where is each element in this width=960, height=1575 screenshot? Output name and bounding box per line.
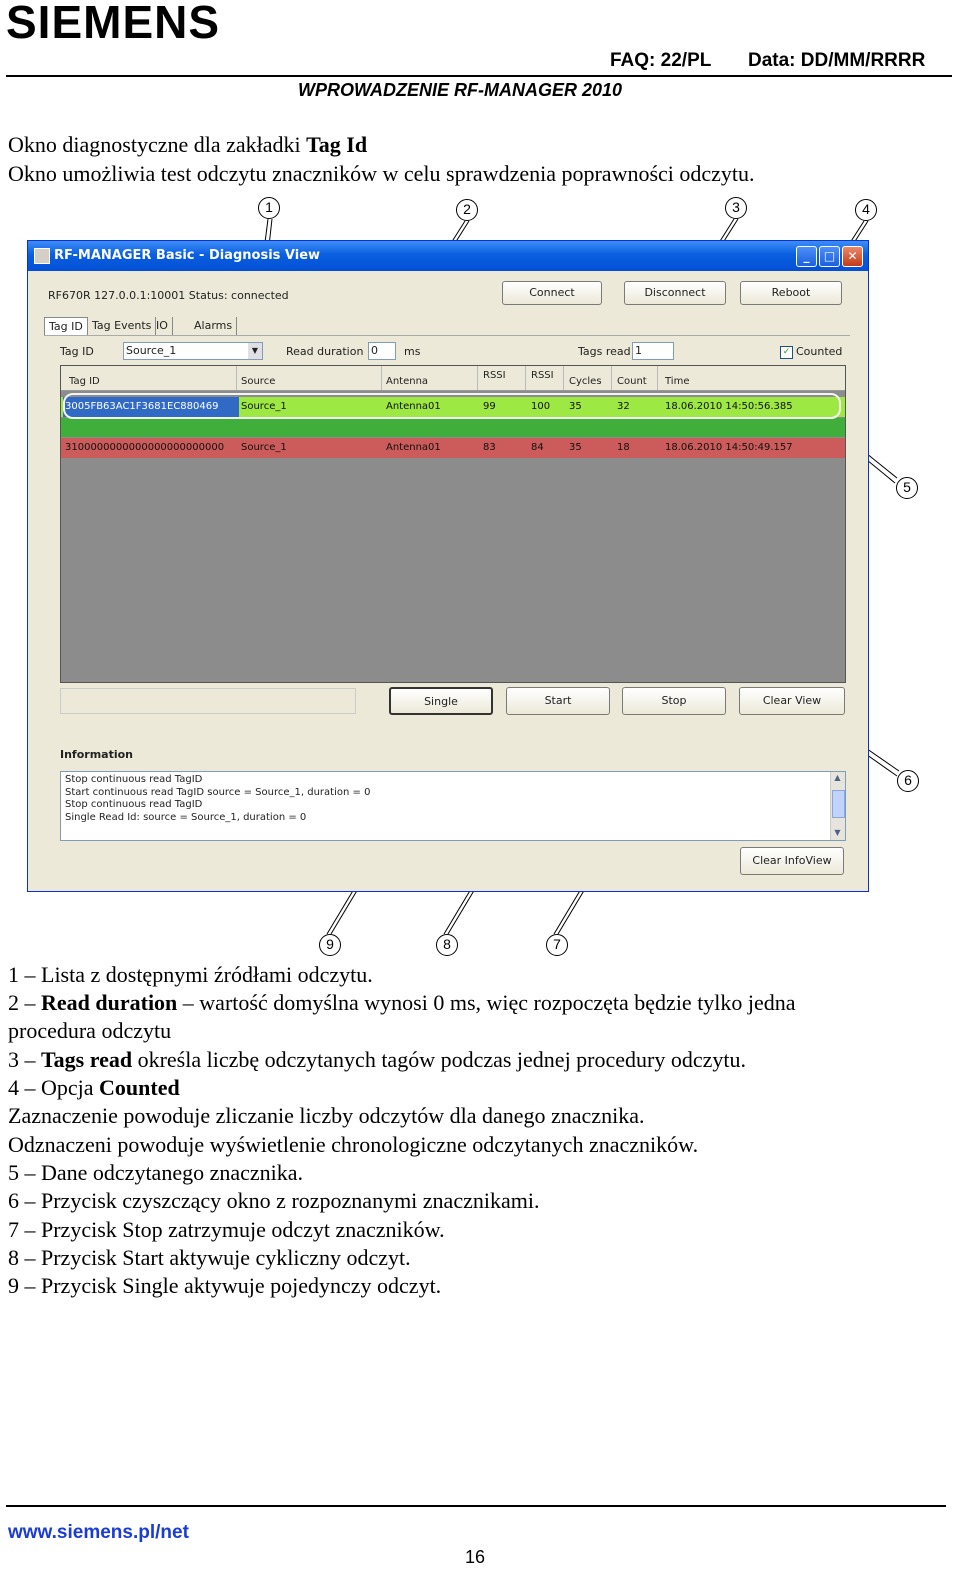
tag-row-cycles: 35 bbox=[569, 442, 582, 453]
status-line: RF670R 127.0.0.1:10001 Status: connected bbox=[48, 289, 289, 302]
app-icon bbox=[34, 248, 50, 264]
col-time[interactable]: Time bbox=[665, 376, 689, 387]
legend-2: 2 – Read duration – wartość domyślna wyn… bbox=[8, 990, 796, 1015]
source-select-value: Source_1 bbox=[126, 344, 177, 357]
chevron-down-icon[interactable]: ▼ bbox=[248, 343, 262, 359]
stop-button[interactable]: Stop bbox=[622, 687, 726, 715]
clear-view-button[interactable]: Clear View bbox=[739, 687, 845, 715]
minimize-button[interactable]: _ bbox=[796, 246, 817, 267]
col-separator bbox=[381, 366, 382, 390]
info-line: Single Read Id: source = Source_1, durat… bbox=[65, 811, 307, 823]
tag-row-antenna: Antenna01 bbox=[386, 442, 441, 453]
tab-tag-id[interactable]: Tag ID bbox=[44, 317, 88, 336]
tag-row-overlap bbox=[61, 418, 845, 437]
callout-1: 1 bbox=[258, 197, 280, 219]
status-field bbox=[60, 688, 356, 714]
window-titlebar[interactable]: RF-MANAGER Basic - Diagnosis View _ □ ✕ bbox=[28, 241, 868, 271]
tag-row[interactable]: 3100000000000000000000000 Source_1 Anten… bbox=[61, 438, 845, 458]
legend-8: 8 – Przycisk Start aktywuje cykliczny od… bbox=[8, 1245, 411, 1270]
connect-button[interactable]: Connect bbox=[502, 281, 602, 305]
clear-info-view-button[interactable]: Clear InfoView bbox=[740, 847, 844, 875]
callout-4: 4 bbox=[855, 199, 877, 221]
callout-7: 7 bbox=[546, 934, 568, 956]
read-duration-input[interactable]: 0 bbox=[368, 342, 396, 360]
info-scrollbar[interactable]: ▲ ▼ bbox=[830, 772, 845, 840]
legend-1: 1 – Lista z dostępnymi źródłami odczytu. bbox=[8, 962, 373, 987]
legend-5: 5 – Dane odczytanego znacznika. bbox=[8, 1160, 304, 1185]
callout-2: 2 bbox=[456, 199, 478, 221]
row-highlight-ring bbox=[63, 393, 841, 419]
col-separator bbox=[611, 366, 612, 390]
single-button[interactable]: Single bbox=[389, 687, 493, 715]
legend-3: 3 – Tags read określa liczbę odczytanych… bbox=[8, 1047, 747, 1072]
info-line: Stop continuous read TagID bbox=[65, 799, 203, 810]
tags-read-label: Tags read bbox=[578, 345, 631, 358]
diagnosis-window: RF-MANAGER Basic - Diagnosis View _ □ ✕ … bbox=[27, 240, 869, 892]
counted-label: Counted bbox=[796, 345, 843, 358]
col-rssi-2[interactable]: RSSI bbox=[531, 370, 554, 381]
col-count[interactable]: Count bbox=[617, 376, 647, 387]
page-number: 16 bbox=[465, 1547, 486, 1567]
legend-4-checked: Zaznaczenie powoduje zliczanie liczby od… bbox=[8, 1103, 645, 1128]
col-separator bbox=[236, 366, 237, 390]
tab-io[interactable]: IO bbox=[152, 317, 173, 335]
tag-row-id: 3100000000000000000000000 bbox=[65, 442, 225, 453]
reboot-button[interactable]: Reboot bbox=[740, 281, 842, 305]
col-tag-id[interactable]: Tag ID bbox=[69, 376, 100, 387]
callout-5: 5 bbox=[896, 477, 918, 499]
col-source[interactable]: Source bbox=[241, 376, 275, 387]
col-separator bbox=[525, 366, 526, 390]
tag-row-source: Source_1 bbox=[241, 442, 287, 453]
close-button[interactable]: ✕ bbox=[842, 246, 863, 267]
maximize-button[interactable]: □ bbox=[819, 246, 840, 267]
scroll-down-icon[interactable]: ▼ bbox=[831, 827, 844, 840]
legend-9: 9 – Przycisk Single aktywuje pojedynczy … bbox=[8, 1273, 442, 1298]
col-antenna[interactable]: Antenna bbox=[386, 376, 428, 387]
info-line: Stop continuous read TagID bbox=[65, 774, 203, 785]
source-select[interactable]: Source_1 ▼ bbox=[123, 342, 263, 360]
info-log[interactable]: Stop continuous read TagID Start continu… bbox=[60, 771, 846, 841]
window-title: RF-MANAGER Basic - Diagnosis View bbox=[54, 248, 321, 263]
legend-6: 6 – Przycisk czyszczący okno z rozpoznan… bbox=[8, 1188, 540, 1213]
tag-row-time: 18.06.2010 14:50:49.157 bbox=[665, 442, 793, 453]
info-line: Start continuous read TagID source = Sou… bbox=[65, 786, 371, 798]
footer-link[interactable]: www.siemens.pl/net bbox=[8, 1522, 189, 1544]
counted-checkbox[interactable]: ✓ bbox=[780, 346, 793, 359]
callout-9: 9 bbox=[319, 934, 341, 956]
col-separator bbox=[563, 366, 564, 390]
ms-unit-label: ms bbox=[404, 345, 421, 358]
callout-3: 3 bbox=[725, 197, 747, 219]
tab-divider bbox=[44, 335, 850, 336]
legend-2-continued: procedura odczytu bbox=[8, 1018, 172, 1043]
tag-row-rssi-2: 84 bbox=[531, 442, 544, 453]
tab-tag-events[interactable]: Tag Events bbox=[88, 317, 157, 335]
legend-7: 7 – Przycisk Stop zatrzymuje odczyt znac… bbox=[8, 1217, 445, 1242]
col-rssi-1[interactable]: RSSI bbox=[483, 370, 506, 381]
start-button[interactable]: Start bbox=[506, 687, 610, 715]
disconnect-button[interactable]: Disconnect bbox=[624, 281, 726, 305]
callout-8: 8 bbox=[436, 934, 458, 956]
callout-6: 6 bbox=[897, 770, 919, 792]
col-cycles[interactable]: Cycles bbox=[569, 376, 602, 387]
tag-row-rssi-1: 83 bbox=[483, 442, 496, 453]
tags-read-input[interactable]: 1 bbox=[632, 342, 674, 360]
scroll-up-icon[interactable]: ▲ bbox=[831, 772, 844, 785]
legend-4-unchecked: Odznaczeni powoduje wyświetlenie chronol… bbox=[8, 1132, 699, 1157]
tag-table: Tag ID Source Antenna RSSI RSSI Cycles C… bbox=[60, 365, 846, 683]
read-duration-label: Read duration bbox=[286, 345, 364, 358]
tab-alarms[interactable]: Alarms bbox=[190, 317, 238, 335]
col-separator bbox=[477, 366, 478, 390]
footer-rule bbox=[6, 1505, 946, 1507]
col-separator bbox=[657, 366, 658, 390]
tag-row-count: 18 bbox=[617, 442, 630, 453]
tag-id-label: Tag ID bbox=[60, 345, 94, 358]
tag-table-header: Tag ID Source Antenna RSSI RSSI Cycles C… bbox=[61, 366, 845, 391]
scroll-thumb[interactable] bbox=[832, 790, 845, 818]
information-label: Information bbox=[60, 748, 133, 761]
legend-4: 4 – Opcja Counted bbox=[8, 1075, 180, 1100]
